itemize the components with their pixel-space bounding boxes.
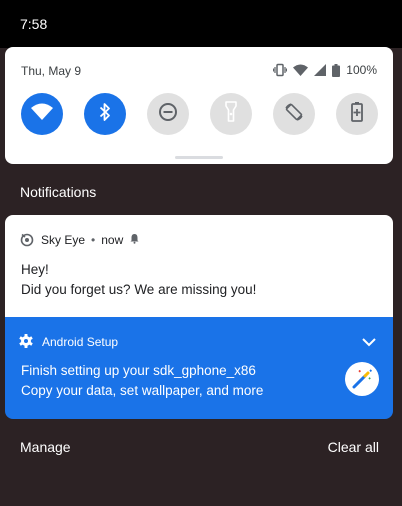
tile-bluetooth[interactable] [84,93,126,135]
sky-eye-app-icon [19,231,35,250]
expand-chevron-icon[interactable] [361,335,377,347]
notification-separator: • [91,233,96,247]
status-time: 7:58 [20,16,48,32]
clear-all-button[interactable]: Clear all [328,439,379,455]
magic-wand-icon [345,362,379,396]
notification-sky-eye[interactable]: Sky Eye • now Hey! Did you forget us? We… [5,215,393,317]
auto-rotate-icon [284,102,304,127]
tile-auto-rotate[interactable] [273,93,315,135]
notification-app-name: Sky Eye [41,233,86,247]
tile-do-not-disturb[interactable] [147,93,189,135]
notification-time: now [101,233,124,247]
setup-text: Copy your data, set wallpaper, and more [21,383,264,398]
qs-drag-handle[interactable] [175,156,223,159]
alert-bell-icon [129,233,140,247]
setup-app-row: Android Setup [19,333,119,351]
status-bar: 7:58 [0,0,402,48]
tile-battery-saver[interactable] [336,93,378,135]
notification-title: Hey! [21,262,49,277]
qs-date: Thu, May 9 [21,64,82,78]
notification-app-row: Sky Eye • now [19,232,140,248]
setup-title: Finish setting up your sdk_gphone_x86 [21,363,256,378]
tile-wifi[interactable] [21,93,63,135]
notification-text: Did you forget us? We are missing you! [21,282,257,297]
settings-gear-icon [19,333,33,351]
qs-status-icons: 100% [273,62,377,78]
setup-app-name: Android Setup [42,335,119,349]
battery-saver-icon [351,101,363,127]
flashlight-icon [225,101,237,127]
do-not-disturb-icon [158,102,178,127]
cell-signal-icon [314,64,327,76]
bluetooth-icon [99,102,111,127]
vibrate-icon [273,63,288,77]
qs-tiles [21,93,378,137]
tile-flashlight[interactable] [210,93,252,135]
wifi-icon [31,103,53,125]
quick-settings-panel: Thu, May 9 100% [5,47,393,164]
wifi-signal-icon [293,64,309,76]
notification-android-setup[interactable]: Android Setup Finish setting up your sdk… [5,317,393,419]
notifications-header: Notifications [20,184,97,200]
battery-percent: 100% [346,63,377,77]
manage-button[interactable]: Manage [20,439,71,455]
battery-icon [332,63,341,77]
